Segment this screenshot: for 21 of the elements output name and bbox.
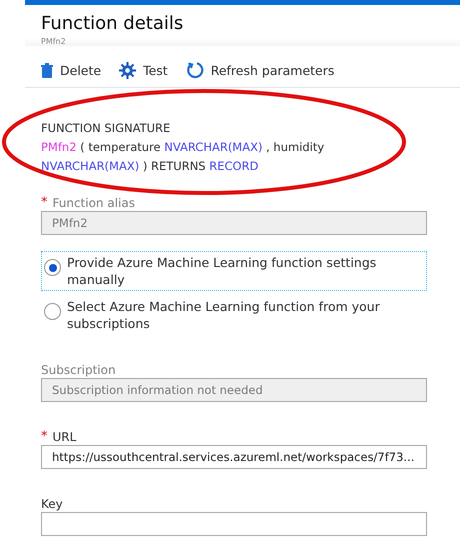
radio-button[interactable] (44, 303, 61, 320)
required-mark: * (41, 195, 48, 210)
field-label: Subscription (41, 362, 116, 376)
test-button[interactable]: Test (119, 61, 168, 79)
panel-title: Function details (41, 13, 184, 34)
field-label: Key (41, 496, 63, 510)
trash-icon (41, 62, 53, 78)
input-field[interactable] (41, 512, 427, 536)
delete-button[interactable]: Delete (41, 61, 102, 79)
radio-button[interactable] (44, 259, 61, 276)
panel-subtitle: PMfn2 (41, 37, 67, 46)
field-label: URL (52, 430, 76, 444)
radio-option[interactable]: Select Azure Machine Learning function from your subscriptions (41, 295, 427, 335)
refresh-button[interactable]: Refresh parameters (186, 61, 334, 79)
function-signature: PMfn2 ( temperature NVARCHAR(MAX) , humidity NVARCHAR(MAX) ) RETURNS RECORD (41, 139, 326, 175)
refresh-icon (186, 61, 204, 79)
required-mark: * (41, 429, 48, 444)
field-label: Function alias (52, 196, 135, 210)
signature-label: FUNCTION SIGNATURE (41, 120, 172, 137)
input-field[interactable]: https://ussouthcentral.services.azureml.net/workspaces/7f73... (41, 445, 427, 469)
radio-option[interactable]: Provide Azure Machine Learning function settings manually (41, 251, 427, 291)
